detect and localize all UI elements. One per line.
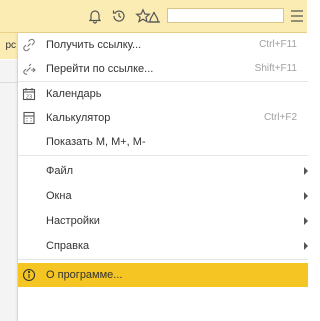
info-icon: [21, 267, 37, 283]
left-panel-edge: [0, 60, 17, 321]
link-icon: [21, 37, 37, 53]
menu-item-about[interactable]: О программе...: [18, 263, 308, 287]
menu-item-label: Перейти по ссылке...: [46, 63, 154, 75]
calculator-icon: [21, 110, 37, 126]
shortcut-label: Ctrl+F11: [259, 39, 297, 50]
menu-icon[interactable]: [288, 7, 306, 25]
menu-item-calendar[interactable]: 23 Календарь: [18, 82, 308, 106]
menu-item-calculator[interactable]: Калькулятор Ctrl+F2: [18, 106, 308, 130]
divider: [0, 82, 17, 83]
calendar-icon: 23: [21, 86, 37, 102]
menu-separator: [18, 155, 308, 156]
menu-item-show-memory[interactable]: Показать М, М+, М-: [18, 130, 308, 154]
favorites-folder-icon[interactable]: [145, 7, 163, 25]
submenu-arrow-icon: [304, 242, 308, 250]
menu-item-label: Календарь: [46, 88, 102, 100]
shortcut-label: Shift+F11: [254, 63, 297, 74]
menu-item-label: Получить ссылку...: [46, 39, 142, 51]
menu-item-help[interactable]: Справка: [18, 234, 308, 258]
submenu-arrow-icon: [304, 167, 308, 175]
menu-item-go-to-link[interactable]: Перейти по ссылке... Shift+F11: [18, 57, 308, 81]
menu-item-label: Окна: [46, 190, 72, 202]
svg-text:23: 23: [26, 94, 32, 100]
shortcut-label: Ctrl+F2: [263, 112, 297, 123]
menu-item-get-link[interactable]: Получить ссылку... Ctrl+F11: [18, 33, 308, 57]
menu-item-label: О программе...: [46, 269, 123, 281]
menu-item-label: Калькулятор: [46, 112, 111, 124]
top-toolbar: [0, 0, 307, 33]
submenu-arrow-icon: [304, 217, 308, 225]
tab-label: рс: [5, 40, 16, 51]
menu-item-label: Настройки: [46, 215, 100, 227]
menu-item-label: Файл: [46, 165, 74, 177]
app-window: рс Получить ссылку... Ctrl+F11 Перейти п…: [0, 0, 308, 321]
go-to-link-icon: [21, 61, 37, 77]
menu-item-label: Справка: [46, 240, 90, 252]
menu-item-windows[interactable]: Окна: [18, 184, 308, 208]
tab-cut-off[interactable]: рс: [0, 33, 18, 59]
menu-item-file[interactable]: Файл: [18, 159, 308, 183]
bell-icon[interactable]: [86, 7, 104, 25]
menu-separator: [18, 259, 308, 260]
main-menu-dropdown: Получить ссылку... Ctrl+F11 Перейти по с…: [17, 33, 308, 321]
menu-item-settings[interactable]: Настройки: [18, 209, 308, 233]
history-icon[interactable]: [110, 7, 128, 25]
search-input[interactable]: [167, 8, 284, 23]
menu-item-label: Показать М, М+, М-: [46, 136, 146, 148]
submenu-arrow-icon: [304, 192, 308, 200]
